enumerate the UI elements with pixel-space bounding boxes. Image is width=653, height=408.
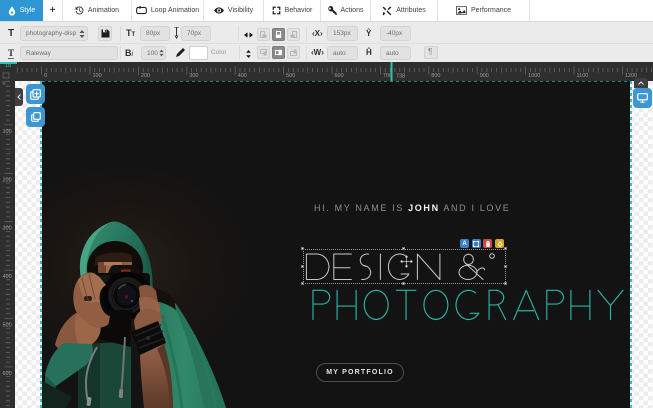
svg-text:600: 600 xyxy=(335,73,344,79)
svg-text:0: 0 xyxy=(3,81,6,87)
svg-text:400: 400 xyxy=(238,73,247,79)
svg-text:100: 100 xyxy=(93,73,102,79)
svg-text:300: 300 xyxy=(3,226,12,232)
svg-text:500: 500 xyxy=(286,73,295,79)
svg-text:200: 200 xyxy=(3,177,12,183)
svg-text:0: 0 xyxy=(44,73,47,79)
svg-text:600: 600 xyxy=(3,371,12,377)
svg-text:1100: 1100 xyxy=(577,73,589,79)
svg-text:200: 200 xyxy=(141,73,150,79)
svg-text:1000: 1000 xyxy=(528,73,540,79)
svg-text:500: 500 xyxy=(3,323,12,329)
svg-text:100: 100 xyxy=(3,129,12,135)
svg-text:900: 900 xyxy=(480,73,489,79)
svg-text:800: 800 xyxy=(431,73,440,79)
svg-text:400: 400 xyxy=(3,274,12,280)
svg-text:738: 738 xyxy=(396,74,405,80)
svg-text:300: 300 xyxy=(189,73,198,79)
